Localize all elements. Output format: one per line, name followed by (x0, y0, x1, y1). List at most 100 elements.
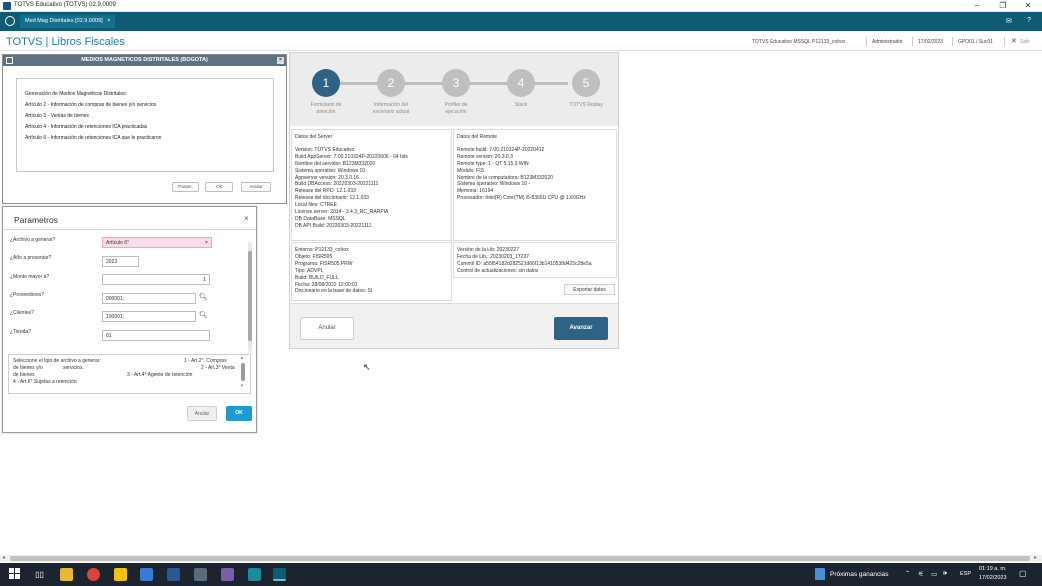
step-label-line: atención (316, 109, 336, 115)
volume-icon[interactable]: 🕪︎ (943, 570, 947, 578)
anio-input[interactable]: 2023 (102, 256, 139, 267)
info-line: DB API Build: 20220303-20221111 (295, 222, 372, 229)
scroll-down-icon[interactable]: ▼ (240, 383, 244, 388)
lib-info-panel: Versión de la Lib: 20230227 Fecha de Lib… (453, 242, 617, 278)
step-label-line: Profiler de (444, 102, 468, 108)
weather-text[interactable]: Próximas ganancias (830, 571, 889, 578)
info-line: Nombre de la computadora: B123M332020 (457, 174, 553, 181)
scrollbar-thumb[interactable] (248, 251, 252, 341)
divider (866, 37, 867, 46)
next-button[interactable]: Avanzar (554, 317, 608, 340)
environment-info[interactable]: TOTVS Educativo MSSQL P12133_colrox (752, 39, 845, 45)
user-name[interactable]: Administrador (872, 39, 903, 45)
step-3-circle[interactable]: 3 (442, 69, 470, 97)
chrome-icon[interactable] (87, 568, 100, 581)
app-icon[interactable] (221, 568, 234, 581)
tab-close-icon[interactable]: × (107, 18, 110, 24)
help-icon[interactable]: ? (1027, 17, 1031, 24)
help-line: 3 - Art.4° Agente de retención (127, 372, 193, 378)
info-line: Versión de la Lib: 20230227 (457, 247, 519, 253)
step-2-label: Información del escenario actual (361, 102, 421, 116)
search-icon[interactable]: 🔍︎ (199, 311, 208, 319)
totvs-taskbar-icon[interactable] (273, 568, 286, 581)
restore-icon[interactable]: ❐ (993, 1, 1013, 10)
scrollbar-thumb[interactable] (241, 363, 245, 381)
tienda-input[interactable]: 01 (102, 330, 210, 341)
info-line: Release del RPO: 12.1.033 (295, 188, 356, 195)
info-line: Sistema operativo: Windows 10 (295, 167, 366, 174)
tab-med-mag[interactable]: Med Mag Distritales [02.9.0009] × (20, 15, 116, 28)
info-line: Local files: CTREE (295, 202, 337, 209)
chevron-up-icon[interactable]: ⌃ (905, 570, 910, 577)
info-line: Programa: FISR505.PRW (295, 260, 353, 267)
close-icon[interactable]: × (277, 57, 284, 64)
proveedores-input[interactable]: 000001; (102, 293, 196, 304)
clock-date[interactable]: 17/02/2023 (979, 575, 1007, 581)
network-icon[interactable]: ⚟ (918, 570, 924, 578)
file-explorer-icon[interactable] (60, 568, 73, 581)
scrollbar-thumb[interactable] (10, 556, 1030, 561)
medios-dialog: MEDIOS MAGNETICOS DISTRITALES (BOGOTA) ×… (2, 54, 287, 204)
monto-label: ¿Monto mayor a? (10, 274, 50, 280)
archivo-select[interactable]: Artículo 6° ▾ (102, 237, 212, 248)
medios-dialog-titlebar: MEDIOS MAGNETICOS DISTRITALES (BOGOTA) × (3, 55, 286, 66)
cancel-button[interactable]: Anular (241, 182, 271, 192)
clientes-input[interactable]: 100001; (102, 311, 196, 322)
language-indicator[interactable]: ESP (960, 571, 971, 577)
info-line: Módulo: FIS (457, 167, 484, 174)
info-line: Fecha: 28/08/2022 12:00:01 (295, 281, 358, 288)
cancel-button[interactable]: Anular (187, 406, 217, 421)
step-2-circle[interactable]: 2 (377, 69, 405, 97)
export-data-button[interactable]: Exportar datos (564, 284, 615, 295)
horizontal-scrollbar[interactable]: ◂ ▸ (0, 555, 1042, 562)
clock-time[interactable]: 01:19 a. m. (979, 566, 1007, 572)
panel-title: Datos del Remote (457, 134, 498, 140)
battery-icon[interactable]: ▭ (931, 570, 937, 578)
step-4-circle[interactable]: 4 (507, 69, 535, 97)
step-1-circle[interactable]: 1 (312, 69, 340, 97)
exit-icon[interactable]: ✕ (1011, 37, 1017, 45)
divider (1004, 37, 1005, 46)
info-line: Nombre del servidor: B123M332020 (295, 160, 376, 167)
search-icon[interactable]: 🔍︎ (199, 293, 208, 301)
tab-bar: Med Mag Distritales [02.9.0009] × ✉ ? (0, 12, 1042, 31)
weather-icon[interactable] (815, 568, 825, 580)
description-line: Artículo 2 - Información de compras de b… (25, 102, 157, 108)
info-line: Build DBAccess: 20220303-20221111 (295, 181, 379, 188)
error-wizard: 1 Formulario de atención 2 Información d… (289, 52, 619, 349)
calculator-icon[interactable] (194, 568, 207, 581)
scroll-left-icon[interactable]: ◂ (2, 554, 5, 561)
ok-button[interactable]: OK (226, 406, 252, 421)
mail-icon[interactable]: ✉ (1006, 17, 1012, 25)
home-icon[interactable] (5, 16, 15, 26)
close-window-icon[interactable]: ✕ (1018, 1, 1038, 10)
outlook-icon[interactable] (167, 568, 180, 581)
scroll-right-icon[interactable]: ▸ (1034, 554, 1037, 561)
params-button[interactable]: Param. (172, 182, 199, 192)
brand-title: TOTVS | Libros Fiscales (6, 36, 125, 48)
window-title: TOTVS Educativo (TOTVS) 02.9.0009 (14, 2, 116, 8)
exit-label[interactable]: Salir (1020, 39, 1030, 45)
sticky-notes-icon[interactable] (114, 568, 127, 581)
terminal-icon[interactable] (248, 568, 261, 581)
minimize-icon[interactable]: – (967, 1, 987, 10)
info-line: Remote build: 7.00.210324P-20220412 (457, 146, 545, 153)
monto-input[interactable]: 1 (102, 274, 210, 285)
branch-info[interactable]: GPO01 / Suc01 (958, 39, 993, 45)
ok-button[interactable]: Ok (205, 182, 233, 192)
chevron-down-icon[interactable]: ▾ (205, 239, 208, 246)
notification-icon[interactable]: ▢ (1019, 569, 1027, 578)
close-icon[interactable]: × (244, 214, 249, 223)
parametros-dialog: Parametros × ¿Archivo a generar? Artícul… (2, 206, 257, 433)
cancel-button[interactable]: Anular (300, 317, 354, 340)
app-icon (3, 2, 11, 10)
scroll-up-icon[interactable]: ▲ (240, 355, 244, 360)
step-5-circle[interactable]: 5 (572, 69, 600, 97)
info-line: Diccionario en la base de datos: Sí (295, 288, 373, 295)
teams-icon[interactable] (140, 568, 153, 581)
info-line: Version: TOTVS Educativo (295, 146, 355, 153)
windows-start-icon[interactable] (8, 568, 21, 581)
system-date[interactable]: 17/02/2023 (918, 39, 943, 45)
task-view-icon[interactable]: ▯▯ (33, 568, 46, 581)
help-text-box: Seleccione el tipo de archivo a generar:… (8, 354, 251, 394)
